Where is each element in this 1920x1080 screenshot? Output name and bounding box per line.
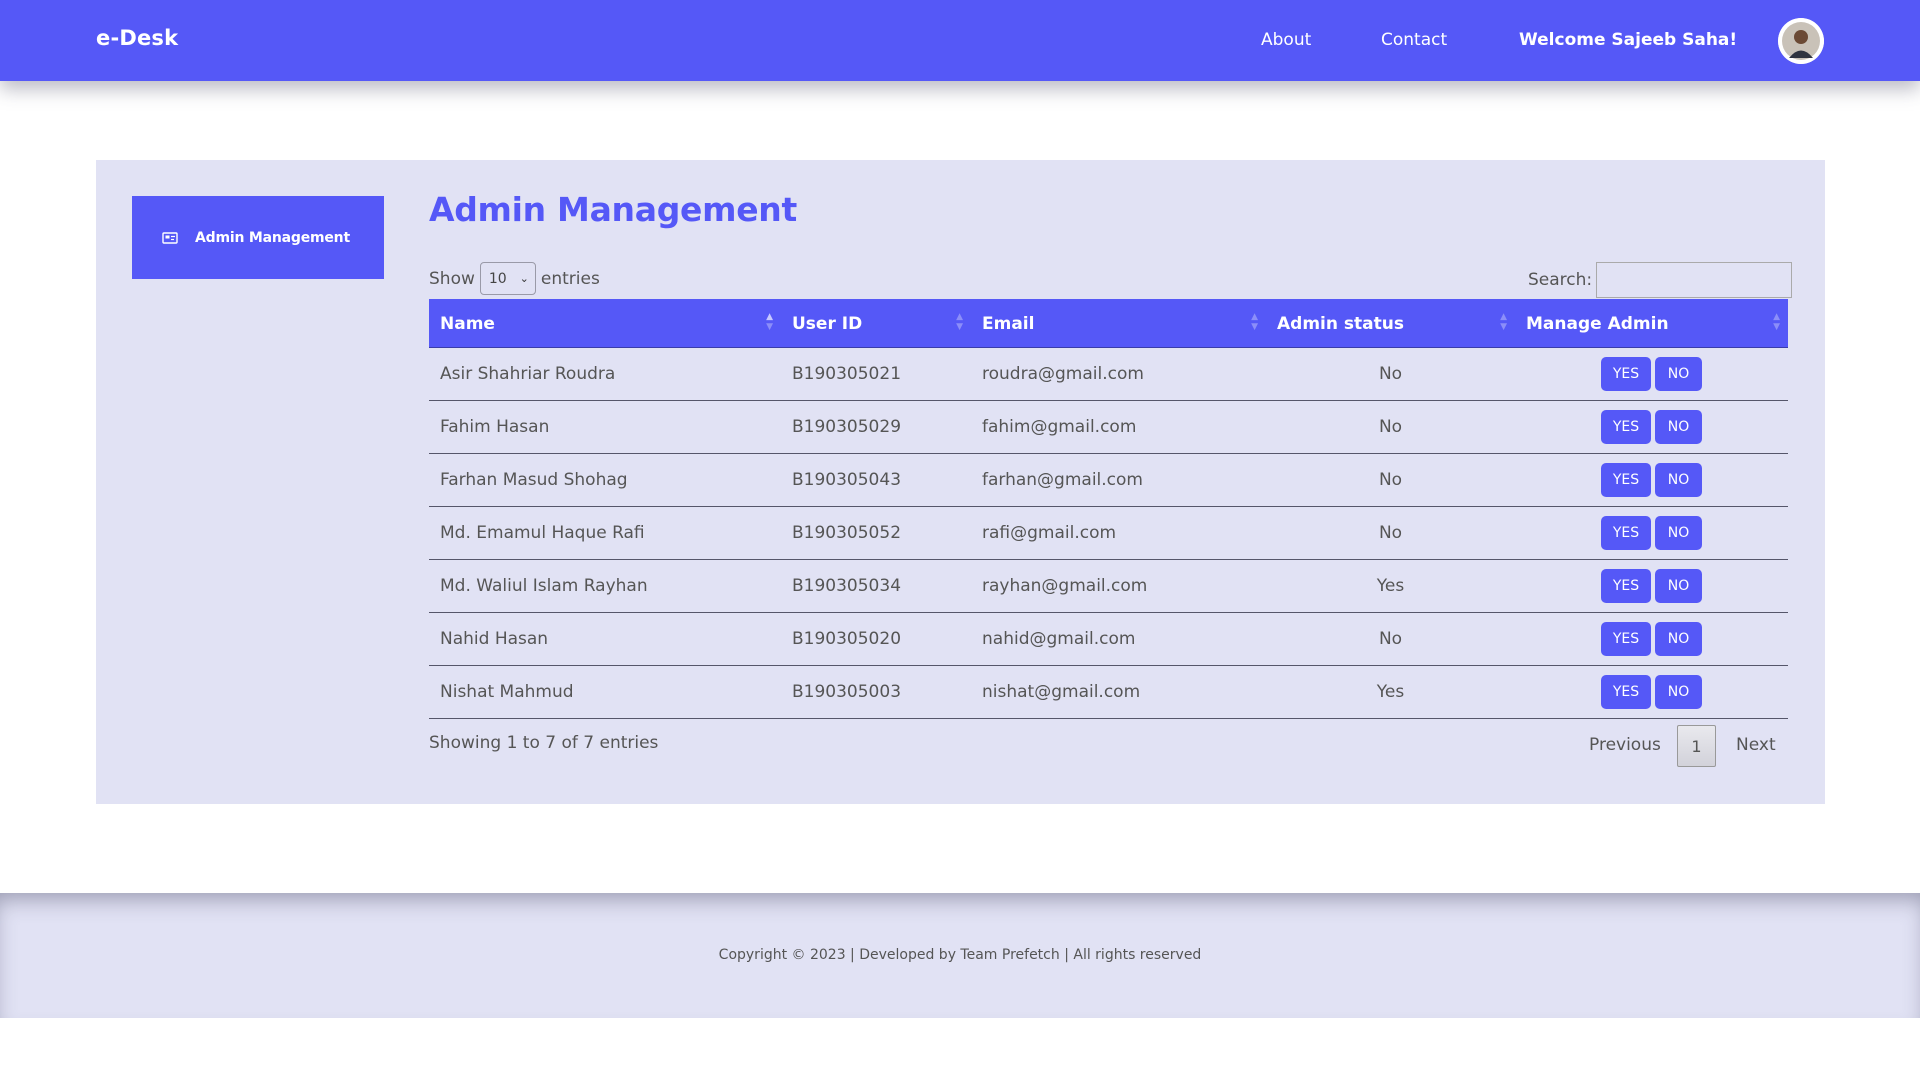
sort-icon: ▲ ▼ — [766, 312, 773, 332]
avatar[interactable] — [1778, 18, 1824, 64]
entries-select-value: 10 — [488, 270, 507, 287]
cell-manage-admin: YES NO — [1515, 357, 1788, 391]
cell-manage-admin: YES NO — [1515, 622, 1788, 656]
make-admin-yes-button[interactable]: YES — [1601, 463, 1651, 497]
make-admin-yes-button[interactable]: YES — [1601, 516, 1651, 550]
cell-email: roudra@gmail.com — [982, 364, 1144, 384]
sidebar-item-admin-management[interactable]: Admin Management — [132, 196, 384, 279]
cell-email: rafi@gmail.com — [982, 523, 1117, 543]
cell-name: Nishat Mahmud — [440, 682, 574, 702]
table-row: Md. Waliul Islam Rayhan B190305034 rayha… — [429, 560, 1788, 613]
user-avatar-icon — [1778, 18, 1824, 64]
column-header-email[interactable]: Email ▲ ▼ — [971, 299, 1266, 348]
cell-email: farhan@gmail.com — [982, 470, 1143, 490]
sort-icon: ▲ ▼ — [1251, 312, 1258, 332]
table-row: Nishat Mahmud B190305003 nishat@gmail.co… — [429, 666, 1788, 719]
nav-link-contact[interactable]: Contact — [1381, 30, 1447, 50]
column-header-admin-status[interactable]: Admin status ▲ ▼ — [1266, 299, 1515, 348]
cell-manage-admin: YES NO — [1515, 675, 1788, 709]
sort-icon: ▲ ▼ — [956, 312, 963, 332]
make-admin-no-button[interactable]: NO — [1655, 516, 1702, 550]
pagination-previous[interactable]: Previous — [1589, 735, 1661, 755]
pagination-next[interactable]: Next — [1736, 735, 1776, 755]
cell-user-id: B190305020 — [792, 629, 902, 649]
table-row: Farhan Masud Shohag B190305043 farhan@gm… — [429, 454, 1788, 507]
make-admin-yes-button[interactable]: YES — [1601, 410, 1651, 444]
welcome-user-text[interactable]: Welcome Sajeeb Saha! — [1519, 30, 1737, 50]
table-info: Showing 1 to 7 of 7 entries — [429, 733, 659, 753]
cell-user-id: B190305029 — [792, 417, 902, 437]
admin-table: Name ▲ ▼ User ID ▲ ▼ Email ▲ ▼ Admin status… — [429, 299, 1788, 719]
sort-icon: ▲ ▼ — [1500, 312, 1507, 332]
table-row: Asir Shahriar Roudra B190305021 roudra@g… — [429, 348, 1788, 401]
table-row: Md. Emamul Haque Rafi B190305052 rafi@gm… — [429, 507, 1788, 560]
id-card-icon — [162, 231, 178, 244]
cell-manage-admin: YES NO — [1515, 463, 1788, 497]
column-header-user-id[interactable]: User ID ▲ ▼ — [781, 299, 971, 348]
cell-name: Asir Shahriar Roudra — [440, 364, 616, 384]
sort-icon: ▲ ▼ — [1773, 312, 1780, 332]
cell-email: rayhan@gmail.com — [982, 576, 1148, 596]
brand-logo[interactable]: e-Desk — [96, 26, 178, 50]
nav-link-about[interactable]: About — [1261, 30, 1311, 50]
cell-admin-status: No — [1378, 417, 1403, 437]
make-admin-no-button[interactable]: NO — [1655, 675, 1702, 709]
footer: Copyright © 2023 | Developed by Team Pre… — [0, 893, 1920, 1018]
search-input[interactable] — [1596, 262, 1793, 298]
make-admin-no-button[interactable]: NO — [1655, 569, 1702, 603]
cell-admin-status: No — [1378, 470, 1403, 490]
cell-user-id: B190305003 — [792, 682, 902, 702]
cell-admin-status: No — [1378, 629, 1403, 649]
entries-length-control: Show 10 ⌄ entries — [429, 262, 600, 295]
table-row: Nahid Hasan B190305020 nahid@gmail.com N… — [429, 613, 1788, 666]
cell-admin-status: Yes — [1376, 576, 1405, 596]
make-admin-no-button[interactable]: NO — [1655, 463, 1702, 497]
cell-manage-admin: YES NO — [1515, 569, 1788, 603]
show-label: Show — [429, 268, 475, 289]
make-admin-no-button[interactable]: NO — [1655, 622, 1702, 656]
cell-admin-status: No — [1378, 364, 1403, 384]
make-admin-yes-button[interactable]: YES — [1601, 622, 1651, 656]
entries-label: entries — [540, 268, 600, 289]
cell-name: Fahim Hasan — [440, 417, 550, 437]
navbar: e-Desk About Contact Welcome Sajeeb Saha… — [0, 0, 1920, 81]
search-label: Search: — [1528, 270, 1593, 290]
table-row: Fahim Hasan B190305029 fahim@gmail.com N… — [429, 401, 1788, 454]
make-admin-yes-button[interactable]: YES — [1601, 357, 1651, 391]
copyright-text: Copyright © 2023 | Developed by Team Pre… — [718, 947, 1202, 963]
cell-name: Farhan Masud Shohag — [440, 470, 628, 490]
make-admin-yes-button[interactable]: YES — [1601, 569, 1651, 603]
page-title: Admin Management — [429, 190, 797, 229]
make-admin-yes-button[interactable]: YES — [1601, 675, 1651, 709]
cell-name: Md. Emamul Haque Rafi — [440, 523, 645, 543]
sidebar-item-label: Admin Management — [195, 229, 350, 246]
cell-user-id: B190305021 — [792, 364, 902, 384]
cell-admin-status: Yes — [1376, 682, 1405, 702]
column-header-manage-admin[interactable]: Manage Admin ▲ ▼ — [1515, 299, 1788, 348]
cell-admin-status: No — [1378, 523, 1403, 543]
search-control: Search: — [1528, 262, 1793, 298]
make-admin-no-button[interactable]: NO — [1655, 357, 1702, 391]
table-header: Name ▲ ▼ User ID ▲ ▼ Email ▲ ▼ Admin status… — [429, 299, 1788, 348]
cell-manage-admin: YES NO — [1515, 516, 1788, 550]
cell-email: nishat@gmail.com — [982, 682, 1141, 702]
cell-email: fahim@gmail.com — [982, 417, 1137, 437]
cell-name: Md. Waliul Islam Rayhan — [440, 576, 648, 596]
cell-email: nahid@gmail.com — [982, 629, 1136, 649]
chevron-down-icon: ⌄ — [519, 272, 529, 285]
column-header-name[interactable]: Name ▲ ▼ — [429, 299, 781, 348]
make-admin-no-button[interactable]: NO — [1655, 410, 1702, 444]
entries-select[interactable]: 10 ⌄ — [479, 262, 536, 295]
cell-manage-admin: YES NO — [1515, 410, 1788, 444]
pagination-page-current[interactable]: 1 — [1677, 725, 1716, 767]
cell-user-id: B190305043 — [792, 470, 902, 490]
cell-user-id: B190305034 — [792, 576, 902, 596]
content-panel: Admin Management Admin Management Show 1… — [96, 160, 1825, 804]
cell-name: Nahid Hasan — [440, 629, 549, 649]
cell-user-id: B190305052 — [792, 523, 902, 543]
